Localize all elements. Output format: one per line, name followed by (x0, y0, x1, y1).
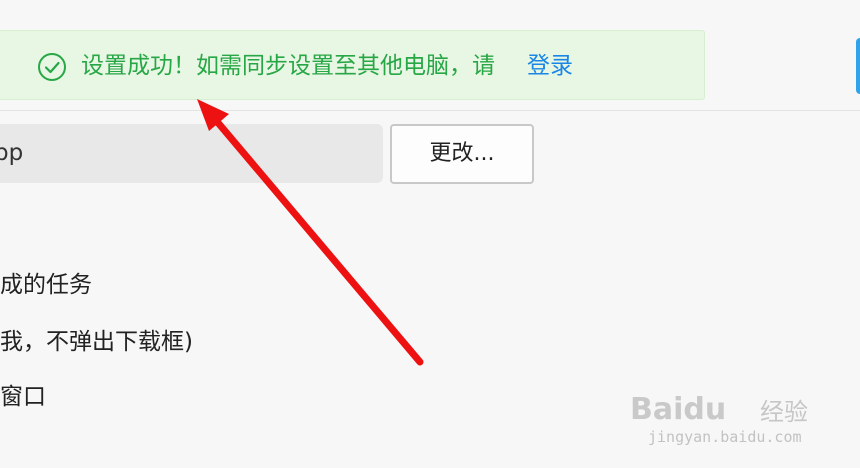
notification-message: 设置成功！如需同步设置至其他电脑，请 (81, 53, 495, 79)
option-window[interactable]: 窗口 (0, 382, 46, 412)
login-link[interactable]: 登录 (527, 51, 573, 81)
watermark-url: jingyan.baidu.com (648, 428, 802, 446)
watermark-logo: Baidu (630, 392, 727, 427)
option-completed-tasks[interactable]: 成的任务 (0, 270, 92, 300)
check-circle-icon (38, 53, 66, 81)
divider (0, 110, 860, 111)
side-button[interactable] (856, 38, 860, 94)
change-path-button[interactable]: 更改... (390, 124, 534, 184)
success-notification: 设置成功！如需同步设置至其他电脑，请 登录 (0, 30, 705, 100)
watermark-label: 经验 (760, 398, 808, 426)
download-path-field[interactable]: pp (0, 124, 383, 183)
option-no-download-dialog[interactable]: 我，不弹出下载框) (0, 327, 193, 357)
